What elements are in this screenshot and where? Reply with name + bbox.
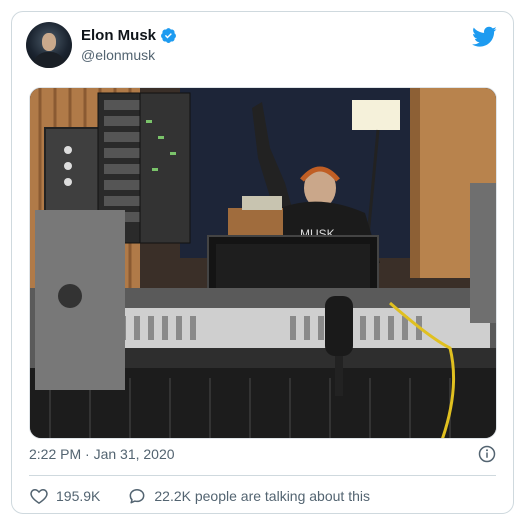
author-handle[interactable]: @elonmusk (81, 47, 155, 63)
author-display-name[interactable]: Elon Musk (81, 27, 156, 44)
author-name-row[interactable]: Elon Musk (81, 27, 177, 44)
studio-photo-illustration: MUSK (30, 88, 496, 438)
divider (29, 475, 496, 476)
tweet-timestamp[interactable]: 2:22 PM · Jan 31, 2020 (29, 446, 175, 462)
tweet-photo[interactable]: MUSK (29, 87, 497, 439)
like-button[interactable]: 195.9K (29, 486, 100, 506)
tweet-actions: 195.9K 22.2K people are talking about th… (29, 486, 370, 506)
avatar-body (33, 52, 65, 68)
like-count: 195.9K (56, 488, 101, 504)
avatar-face (42, 33, 56, 51)
conversation-button[interactable]: 22.2K people are talking about this (127, 486, 370, 506)
heart-icon (30, 488, 48, 504)
twitter-bird-icon[interactable] (472, 26, 497, 48)
tweet-card[interactable]: Elon Musk @elonmusk MUSK 2:22 PM · Jan 3… (11, 11, 514, 514)
verified-badge-icon (161, 28, 176, 43)
info-icon[interactable] (478, 445, 496, 463)
author-avatar[interactable] (26, 22, 72, 68)
chat-bubble-icon (129, 489, 145, 504)
conversation-text: 22.2K people are talking about this (154, 488, 370, 504)
